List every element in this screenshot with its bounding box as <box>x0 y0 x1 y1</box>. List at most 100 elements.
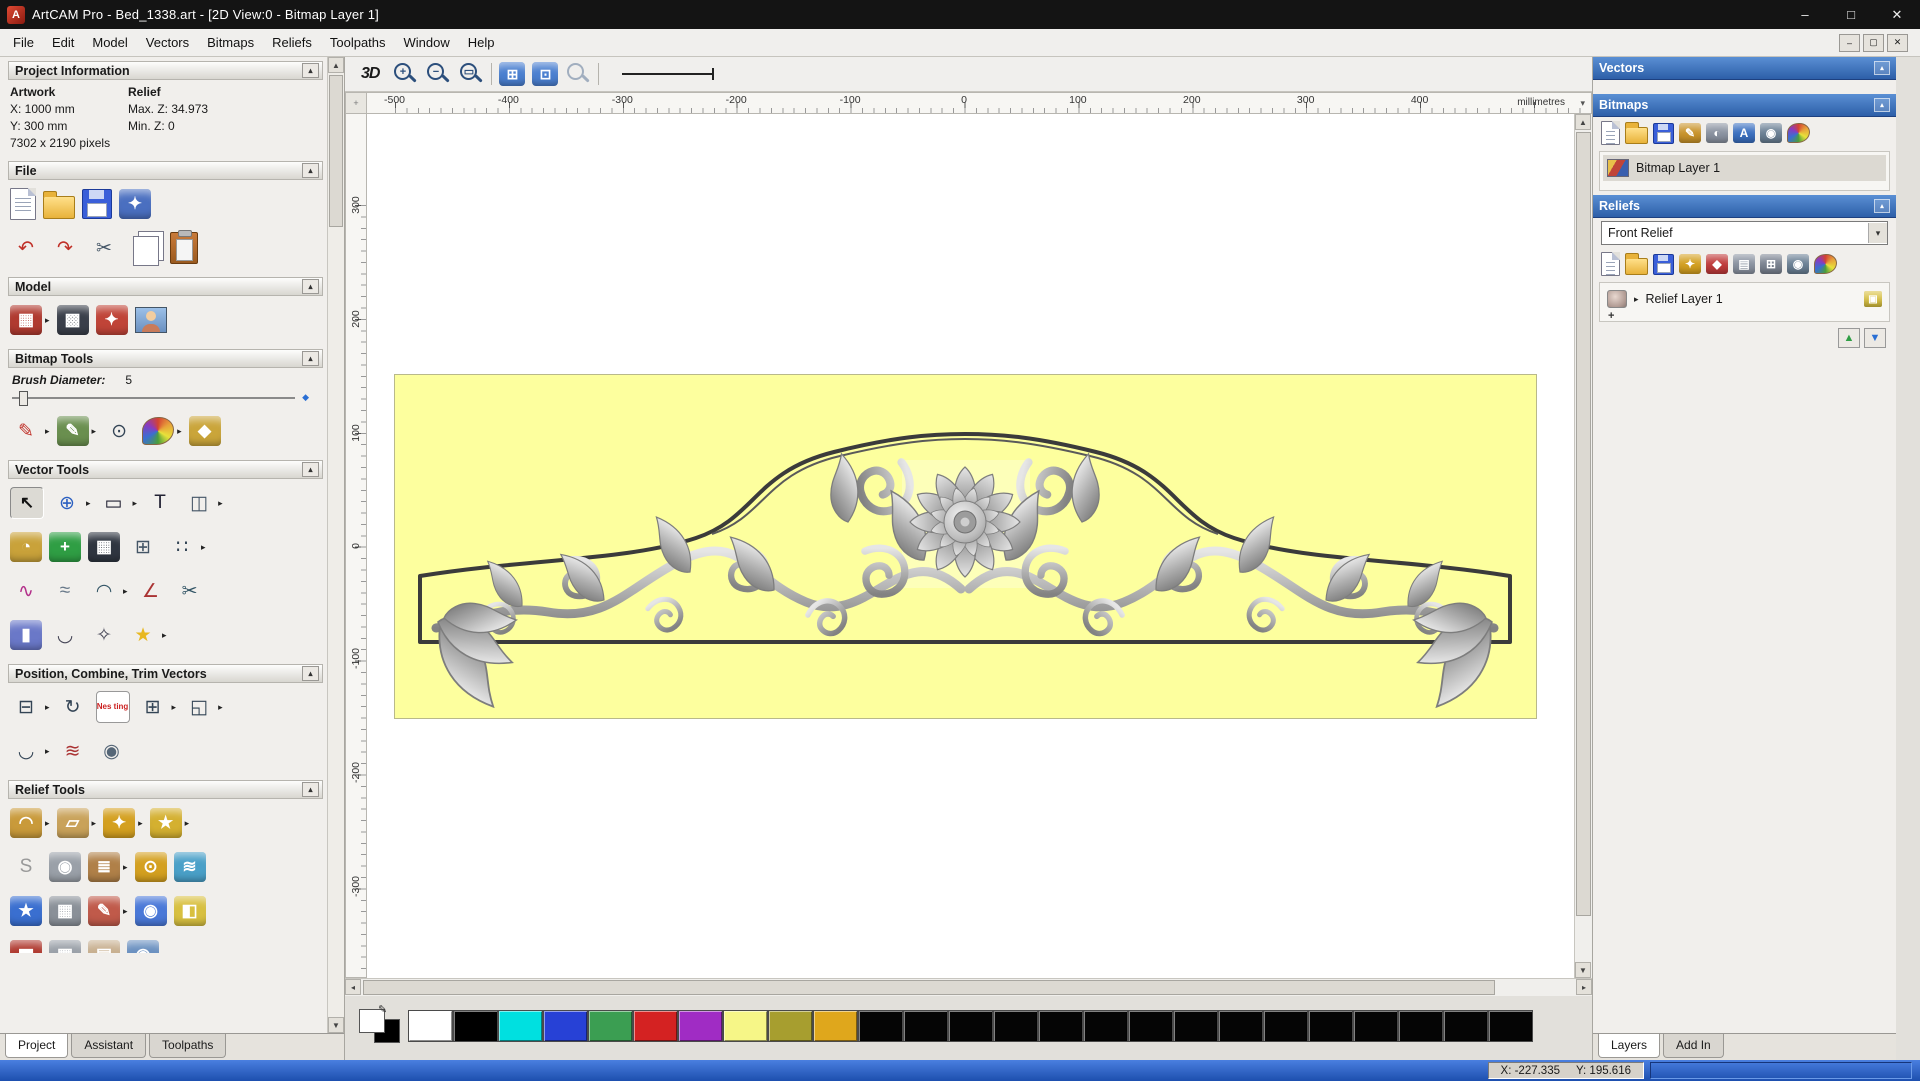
flyout-arrow-icon[interactable]: ▸ <box>45 315 50 326</box>
bitmap-layer-row[interactable]: Bitmap Layer 1 <box>1603 155 1886 181</box>
vectors-header[interactable]: Vectors ▴ <box>1593 57 1896 80</box>
smooth-polyline-icon[interactable]: ≈ <box>49 576 81 606</box>
redo-icon[interactable]: ↷ <box>49 233 81 263</box>
star-relief-icon[interactable]: ★ <box>10 896 42 926</box>
relief-visibility-icon[interactable]: ▣ <box>1864 291 1882 307</box>
zoom-previous-icon[interactable] <box>565 61 591 87</box>
load-image-icon[interactable] <box>134 307 167 333</box>
palette-swatch-18[interactable] <box>1218 1010 1263 1042</box>
relief-tool-icon[interactable]: ▆ <box>10 940 42 953</box>
flyout-arrow-icon[interactable]: ▸ <box>218 702 223 713</box>
rollup-button[interactable]: ▴ <box>302 351 319 366</box>
palette-swatch-11[interactable] <box>903 1010 948 1042</box>
open-model-icon[interactable] <box>43 191 75 219</box>
flyout-arrow-icon[interactable]: ▸ <box>162 630 167 641</box>
add-layer-icon[interactable]: + <box>1608 310 1614 322</box>
palette-swatch-10[interactable] <box>858 1010 903 1042</box>
colour-palette-icon[interactable] <box>142 417 175 445</box>
create-rectangle-icon[interactable]: ▭ <box>98 488 130 518</box>
palette-swatch-14[interactable] <box>1038 1010 1083 1042</box>
cut-vector-icon[interactable]: ✂ <box>174 576 206 606</box>
rollup-button[interactable]: ▴ <box>302 666 319 681</box>
emboss-wizard-icon[interactable]: ★ <box>149 808 182 838</box>
menu-file[interactable]: File <box>4 31 43 54</box>
new-relief-layer-icon[interactable] <box>1601 252 1620 276</box>
sculpting-icon[interactable]: ▱ <box>56 808 89 838</box>
relief-material-icon[interactable]: ◆ <box>1706 254 1728 274</box>
palette-swatch-17[interactable] <box>1173 1010 1218 1042</box>
bitmap-to-vector-icon[interactable]: ▦ <box>88 532 120 562</box>
sweep-profile-icon[interactable]: S <box>10 852 42 882</box>
scroll-up-button[interactable]: ▲ <box>328 57 344 73</box>
collapse-icon[interactable]: ▴ <box>1874 98 1890 112</box>
copy-icon[interactable] <box>133 236 159 266</box>
palette-swatch-21[interactable] <box>1353 1010 1398 1042</box>
cut-icon[interactable]: ✂ <box>88 233 120 263</box>
rollup-button[interactable]: ▴ <box>302 279 319 294</box>
import-model-icon[interactable]: ✦ <box>119 189 151 219</box>
canvas-2d-view[interactable] <box>367 114 1574 978</box>
paint-relief-icon[interactable]: ✎ <box>88 896 120 926</box>
texture-relief-icon[interactable]: ≋ <box>173 852 206 882</box>
zoom-objects-icon[interactable]: ⊡ <box>532 62 559 86</box>
save-relief-layer-icon[interactable] <box>1653 253 1674 275</box>
palette-swatch-20[interactable] <box>1308 1010 1353 1042</box>
scrollbar-thumb[interactable] <box>1576 132 1591 917</box>
flyout-arrow-icon[interactable]: ▸ <box>123 862 128 873</box>
palette-swatch-2[interactable] <box>498 1010 543 1042</box>
palette-swatch-6[interactable] <box>678 1010 723 1042</box>
paste-along-curve-icon[interactable]: ∷ <box>166 532 198 562</box>
node-editing-icon[interactable]: ∠ <box>135 576 167 606</box>
zoom-window-icon[interactable]: ⊞ <box>499 62 526 86</box>
collapse-icon[interactable]: ▴ <box>1874 61 1890 75</box>
weave-relief-icon[interactable]: ▦ <box>49 896 81 926</box>
flyout-arrow-icon[interactable]: ▸ <box>92 426 97 437</box>
mdi-close-button[interactable]: ✕ <box>1887 33 1908 52</box>
palette-swatch-16[interactable] <box>1128 1010 1173 1042</box>
relief-preview-icon[interactable]: ◉ <box>1787 254 1809 274</box>
flyout-arrow-icon[interactable]: ▸ <box>177 426 182 437</box>
shape-editor-icon[interactable]: ✦ <box>103 808 136 838</box>
measure-node-icon[interactable]: ✧ <box>88 620 120 650</box>
rollup-button[interactable]: ▴ <box>302 163 319 178</box>
scroll-right-button[interactable]: ▸ <box>1576 979 1592 995</box>
paint-bitmap-icon[interactable]: ✎ <box>1679 123 1701 143</box>
transform-vectors-icon[interactable]: ⊕ <box>51 488 83 518</box>
menu-reliefs[interactable]: Reliefs <box>263 31 321 54</box>
circular-array-icon[interactable]: ↻ <box>57 692 89 722</box>
fit-arcs-icon[interactable]: ◠ <box>88 576 120 606</box>
minimize-button[interactable]: – <box>1782 0 1828 29</box>
colour-picker-icon[interactable]: ⊙ <box>103 416 135 446</box>
zoom-fit-icon[interactable]: ▭ <box>458 61 484 87</box>
zoom-in-icon[interactable]: + <box>392 61 418 87</box>
flyout-arrow-icon[interactable]: ▸ <box>123 906 128 917</box>
bitmap-text-icon[interactable]: A <box>1733 123 1755 143</box>
wrap-cylinder-icon[interactable]: ▮ <box>10 620 42 650</box>
set-model-size-icon[interactable]: ▦ <box>10 305 42 335</box>
flyout-arrow-icon[interactable]: ▸ <box>45 818 50 829</box>
palette-swatch-13[interactable] <box>993 1010 1038 1042</box>
flood-fill-icon[interactable]: ◆ <box>188 416 221 446</box>
paint-selective-icon[interactable]: ✎ <box>56 416 89 446</box>
flyout-arrow-icon[interactable]: ▸ <box>185 818 190 829</box>
relief-calculate-icon[interactable]: ⊞ <box>1760 254 1782 274</box>
select-vectors-icon[interactable]: ↖ <box>10 487 44 519</box>
scroll-up-button[interactable]: ▲ <box>1575 114 1591 130</box>
dropdown-arrow-icon[interactable]: ▾ <box>1868 223 1887 243</box>
flyout-arrow-icon[interactable]: ▸ <box>201 542 206 553</box>
flyout-arrow-icon[interactable]: ▸ <box>45 426 50 437</box>
grid-icon[interactable]: ⊞ <box>127 532 159 562</box>
mdi-minimize-button[interactable]: – <box>1839 33 1860 52</box>
mirror-vectors-icon[interactable]: ◫ <box>183 488 215 518</box>
palette-swatch-3[interactable] <box>543 1010 588 1042</box>
relief-tool-icon[interactable]: ◉ <box>127 940 159 953</box>
scroll-down-button[interactable]: ▼ <box>328 1017 344 1033</box>
snap-grid-icon[interactable]: + <box>49 532 81 562</box>
open-relief-layer-icon[interactable] <box>1625 253 1648 275</box>
rollup-button[interactable]: ▴ <box>302 462 319 477</box>
relief-select[interactable]: Front Relief ▾ <box>1601 221 1888 245</box>
bitmaps-header[interactable]: Bitmaps ▴ <box>1593 94 1896 117</box>
flyout-arrow-icon[interactable]: ▸ <box>218 498 223 509</box>
tab-assistant[interactable]: Assistant <box>71 1034 147 1058</box>
flyout-arrow-icon[interactable]: ▸ <box>123 586 128 597</box>
